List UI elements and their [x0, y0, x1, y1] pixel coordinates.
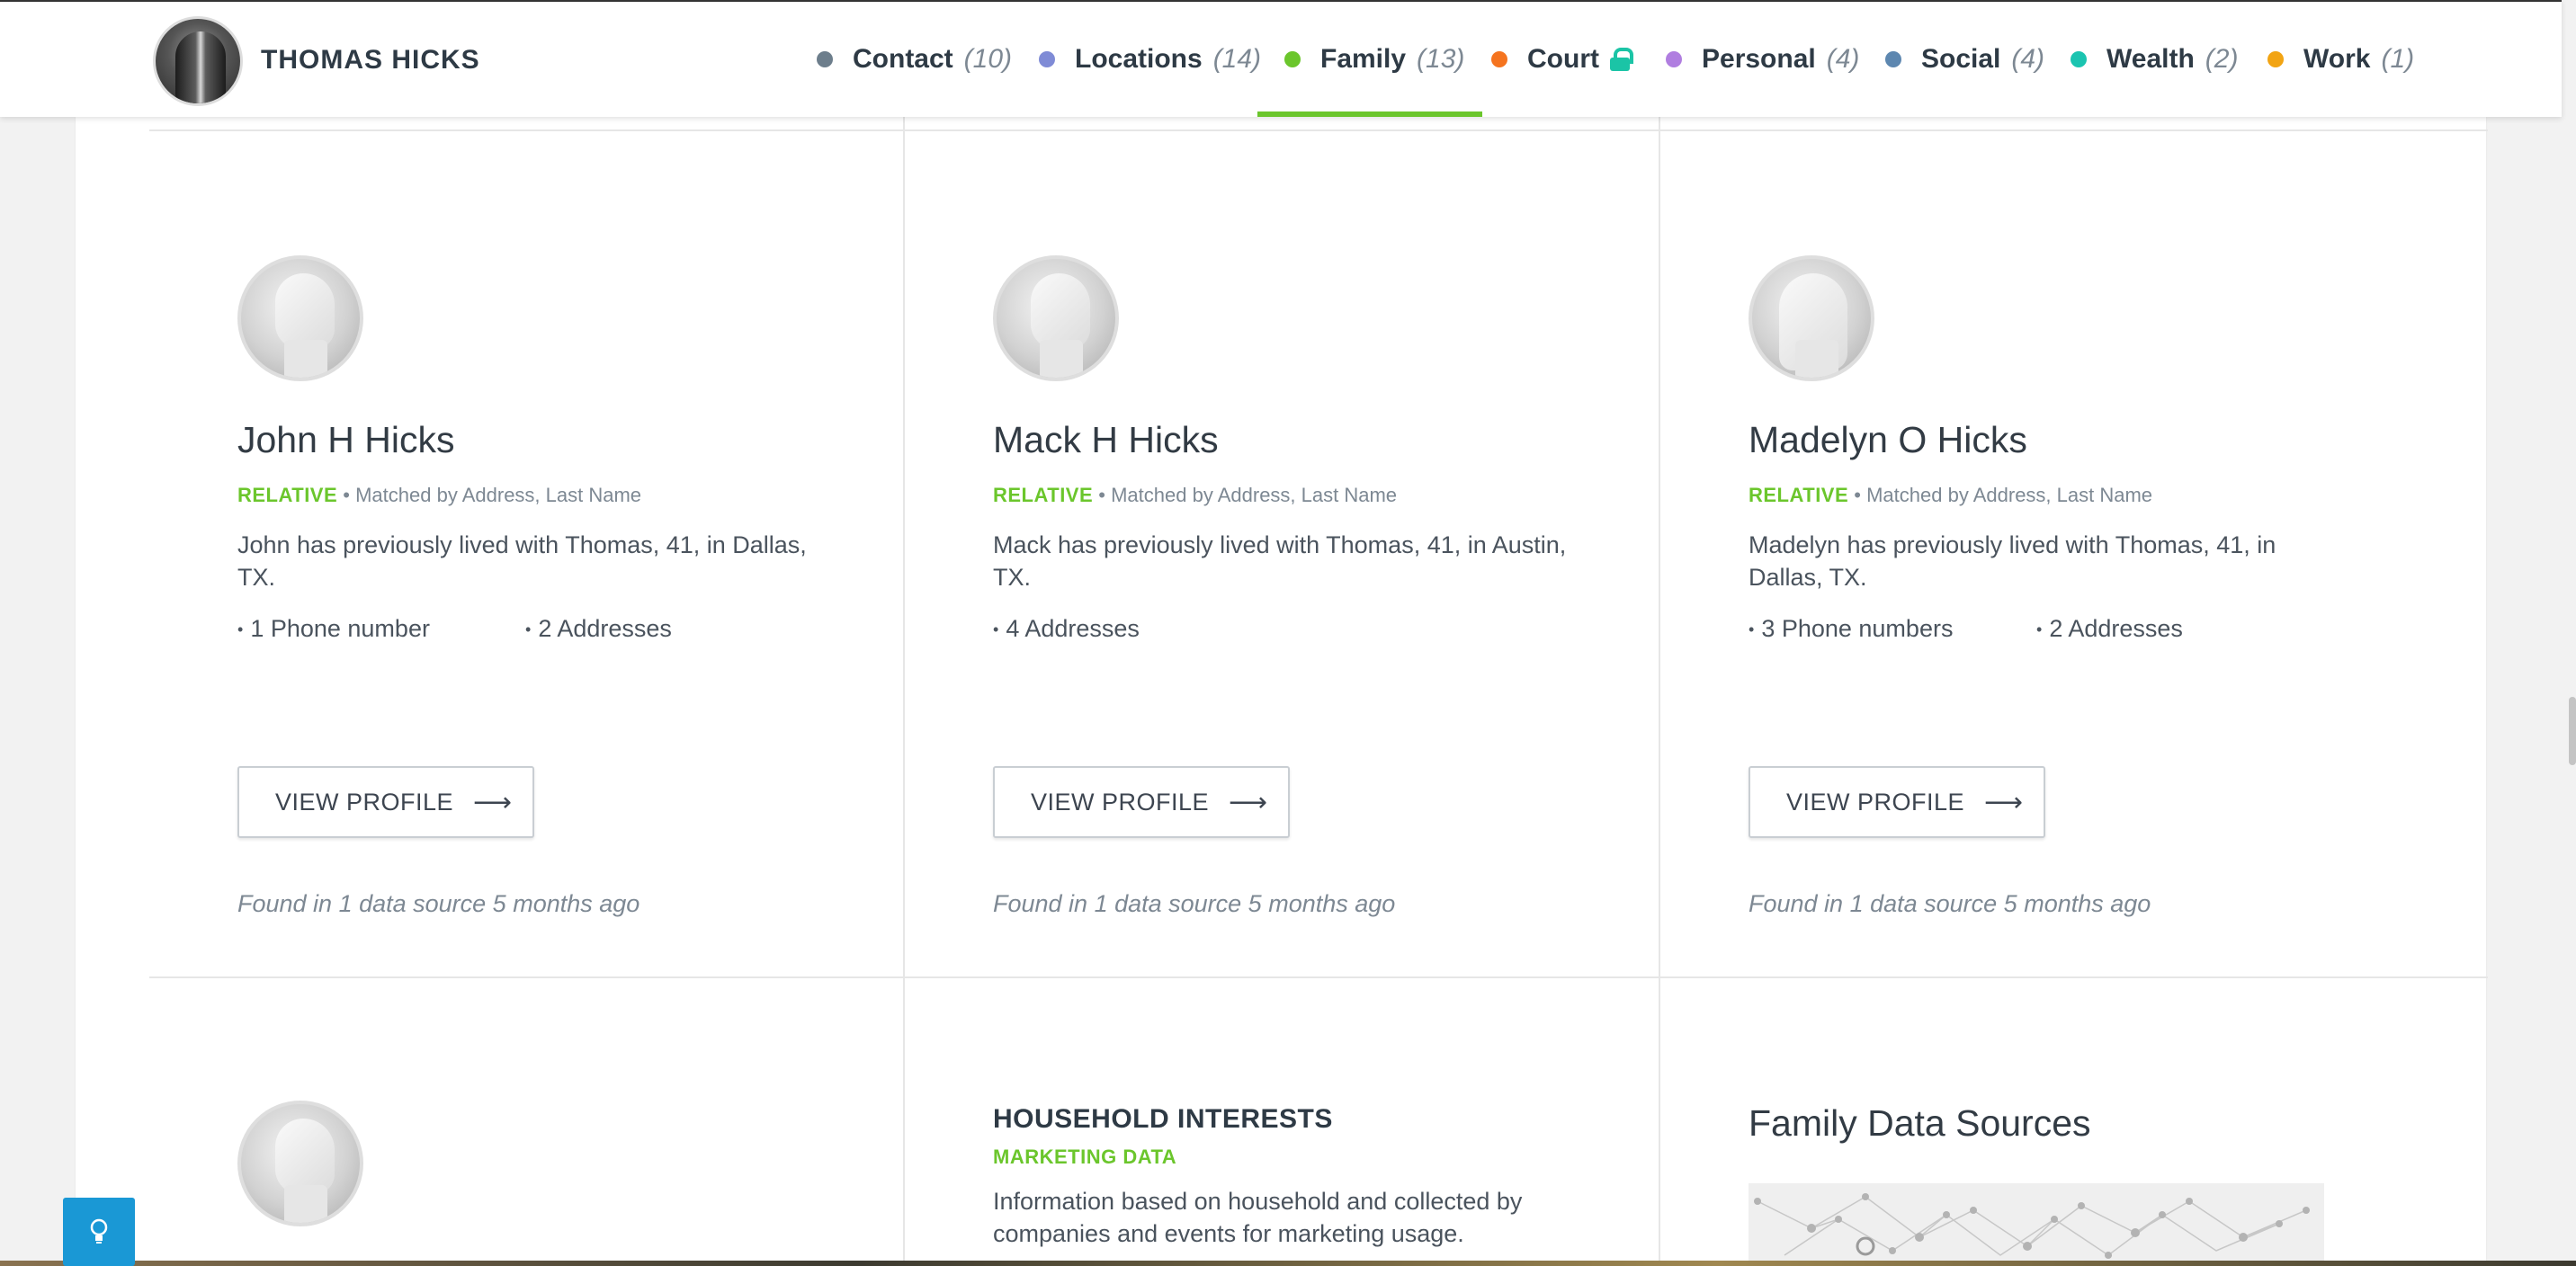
view-profile-button[interactable]: VIEW PROFILE ⟶ — [237, 766, 534, 838]
locations-dot-icon — [1039, 51, 1055, 67]
male-avatar-icon — [237, 255, 363, 381]
found-source-text: Found in 1 data source 5 months ago — [1749, 890, 2151, 917]
female-avatar-icon — [1749, 255, 1874, 381]
profile-name: THOMAS HICKS — [261, 45, 480, 75]
view-profile-button[interactable]: VIEW PROFILE ⟶ — [993, 766, 1290, 838]
relative-name: Mack H Hicks — [993, 419, 1219, 460]
work-dot-icon — [2267, 51, 2284, 67]
tab-court[interactable]: Court — [1491, 2, 1633, 117]
family-data-sources-title: Family Data Sources — [1749, 1102, 2091, 1144]
found-source-text: Found in 1 data source 5 months ago — [993, 890, 1396, 917]
relative-tagline: RELATIVE • Matched by Address, Last Name — [237, 484, 642, 506]
tab-social[interactable]: Social (4) — [1885, 2, 2044, 117]
relative-description: Mack has previously lived with Thomas, 4… — [993, 531, 1567, 591]
tab-work[interactable]: Work (1) — [2267, 2, 2414, 117]
household-interests-subtitle: MARKETING DATA — [993, 1146, 1177, 1168]
wealth-dot-icon — [2071, 51, 2087, 67]
family-dot-icon — [1284, 51, 1301, 67]
divider — [1659, 117, 1660, 1266]
lock-icon — [1609, 48, 1633, 71]
arrow-right-icon: ⟶ — [1984, 787, 2024, 817]
divider — [149, 129, 2488, 131]
window-bottom-edge — [0, 1261, 2576, 1266]
relative-name: John H Hicks — [237, 419, 455, 460]
tab-wealth[interactable]: Wealth (2) — [2071, 2, 2238, 117]
divider — [903, 117, 905, 1266]
arrow-right-icon: ⟶ — [1229, 787, 1268, 817]
scrollbar-thumb[interactable] — [2569, 697, 2576, 765]
found-source-text: Found in 1 data source 5 months ago — [237, 890, 640, 917]
view-profile-button[interactable]: VIEW PROFILE ⟶ — [1749, 766, 2045, 838]
personal-dot-icon — [1666, 51, 1682, 67]
relative-tagline: RELATIVE • Matched by Address, Last Name — [993, 484, 1398, 506]
profile-avatar — [153, 16, 243, 106]
social-dot-icon — [1885, 51, 1901, 67]
network-graphic — [1749, 1183, 2324, 1264]
relative-tagline: RELATIVE • Matched by Address, Last Name — [1749, 484, 2153, 506]
help-tip-button[interactable] — [63, 1198, 135, 1266]
household-interests-title: HOUSEHOLD INTERESTS — [993, 1104, 1333, 1134]
male-avatar-icon — [237, 1101, 363, 1226]
family-panel: John H Hicks RELATIVE • Matched by Addre… — [76, 117, 2488, 1266]
male-avatar-icon — [993, 255, 1119, 381]
tab-locations[interactable]: Locations (14) — [1039, 2, 1261, 117]
lightbulb-icon — [90, 1218, 108, 1244]
relative-name: Madelyn O Hicks — [1749, 419, 2027, 460]
contact-dot-icon — [817, 51, 833, 67]
tab-family[interactable]: Family (13) — [1257, 2, 1483, 117]
household-interests-description: Information based on household and colle… — [993, 1188, 1523, 1247]
court-dot-icon — [1491, 51, 1507, 67]
tab-personal[interactable]: Personal (4) — [1666, 2, 1859, 117]
relative-description: John has previously lived with Thomas, 4… — [237, 531, 807, 591]
arrow-right-icon: ⟶ — [473, 787, 513, 817]
relative-description: Madelyn has previously lived with Thomas… — [1749, 531, 2276, 591]
top-nav-bar: THOMAS HICKS Contact (10) Locations (14)… — [0, 0, 2562, 117]
tab-contact[interactable]: Contact (10) — [817, 2, 1012, 117]
divider — [149, 976, 2488, 978]
